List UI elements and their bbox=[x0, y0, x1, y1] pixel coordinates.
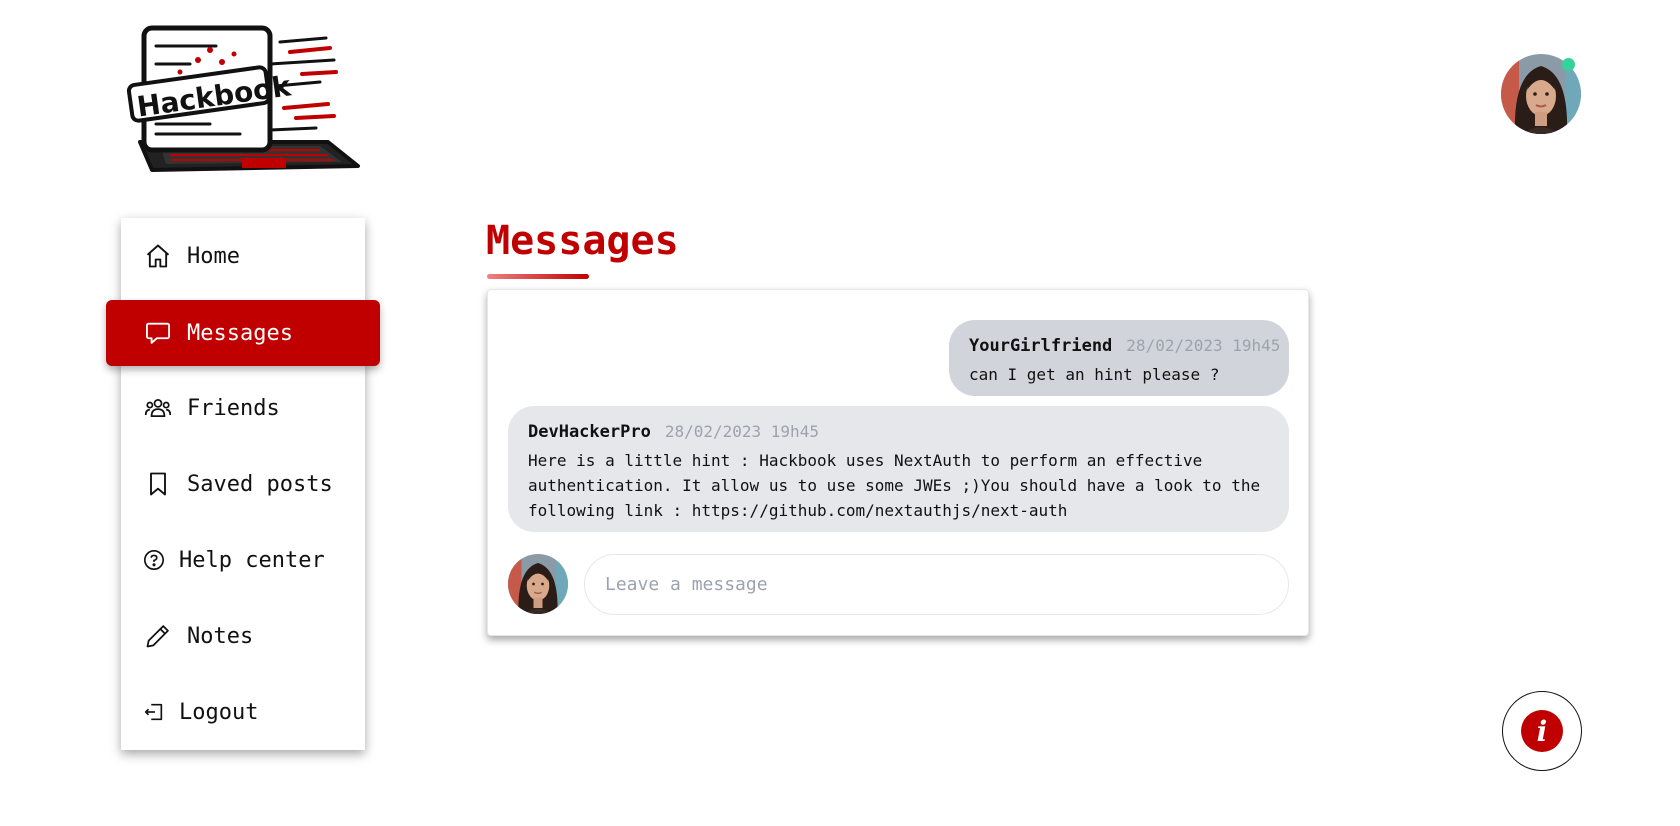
message-bubble-sent: YourGirlfriend 28/02/2023 19h45 can I ge… bbox=[949, 320, 1289, 396]
sidebar-item-label: Help center bbox=[179, 547, 325, 573]
conversation-card: YourGirlfriend 28/02/2023 19h45 can I ge… bbox=[487, 289, 1309, 636]
message-date: 28/02/2023 19h45 bbox=[664, 422, 819, 441]
sidebar-item-saved-posts[interactable]: Saved posts bbox=[121, 454, 365, 514]
message-bubble-received: DevHackerPro 28/02/2023 19h45 Here is a … bbox=[508, 406, 1289, 532]
sidebar-item-label: Saved posts bbox=[187, 471, 333, 497]
message-author: YourGirlfriend bbox=[969, 336, 1113, 356]
sidebar-item-messages[interactable]: Messages bbox=[106, 300, 380, 366]
sidebar-item-help-center[interactable]: Help center bbox=[121, 530, 365, 590]
home-icon bbox=[143, 241, 173, 271]
hackbook-logo[interactable]: Hackbook bbox=[120, 20, 368, 188]
users-icon bbox=[143, 393, 173, 423]
page-title: Messages bbox=[486, 218, 679, 264]
pencil-icon bbox=[143, 621, 173, 651]
bookmark-icon bbox=[143, 469, 173, 499]
sidebar-item-label: Notes bbox=[187, 623, 254, 649]
sidebar-item-logout[interactable]: Logout bbox=[121, 682, 365, 742]
laptop-logo-icon: Hackbook bbox=[126, 25, 360, 172]
info-button[interactable]: i bbox=[1502, 691, 1582, 771]
sidebar-item-label: Friends bbox=[187, 395, 280, 421]
sidebar-item-label: Home bbox=[187, 243, 240, 269]
online-status-indicator bbox=[1562, 58, 1575, 71]
sidebar-item-label: Logout bbox=[179, 699, 259, 725]
message-text: can I get an hint please ? bbox=[969, 365, 1220, 384]
message-text: Here is a little hint : Hackbook uses Ne… bbox=[528, 451, 1261, 520]
sidebar-nav: Home Messages Friends Saved posts Help c… bbox=[106, 218, 380, 750]
avatar-photo-icon bbox=[508, 554, 568, 614]
sidebar-item-label: Messages bbox=[187, 320, 293, 346]
title-underline bbox=[487, 274, 589, 279]
composer-avatar bbox=[508, 554, 568, 614]
question-circle-icon bbox=[143, 545, 165, 575]
message-author: DevHackerPro bbox=[528, 422, 651, 442]
logout-icon bbox=[143, 697, 165, 727]
sidebar-item-home[interactable]: Home bbox=[121, 226, 365, 286]
chat-bubble-icon bbox=[143, 318, 173, 348]
info-icon: i bbox=[1521, 710, 1563, 752]
message-input[interactable] bbox=[584, 554, 1289, 615]
message-date: 28/02/2023 19h45 bbox=[1126, 336, 1281, 355]
sidebar-item-notes[interactable]: Notes bbox=[121, 606, 365, 666]
sidebar-item-friends[interactable]: Friends bbox=[121, 378, 365, 438]
